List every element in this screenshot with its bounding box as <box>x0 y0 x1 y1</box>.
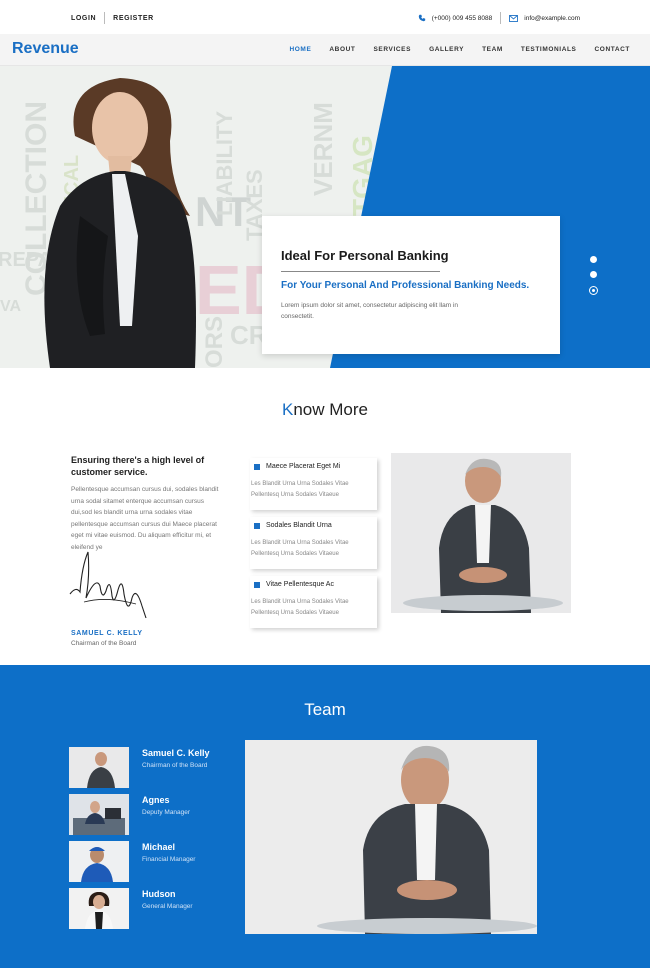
feature-card-3: Vitae Pellentesque Ac Les Blandit Urna U… <box>250 576 377 628</box>
signer-role: Chairman of the Board <box>71 640 137 647</box>
hero-card: Ideal For Personal Banking For Your Pers… <box>262 216 560 354</box>
member-role-3: Financial Manager <box>142 856 196 863</box>
know-more-intro: Ensuring there's a high level of custome… <box>71 454 221 553</box>
auth-links: LOGIN REGISTER <box>71 12 154 24</box>
member-role-2: Deputy Manager <box>142 809 191 816</box>
nav-menu: HOME ABOUT SERVICES GALLERY TEAM TESTIMO… <box>271 46 630 53</box>
phone-icon <box>418 14 425 22</box>
team-member-3[interactable]: Michael Financial Manager <box>69 841 239 883</box>
nav-item-contact[interactable]: CONTACT <box>595 46 631 53</box>
feature-card-1: Maece Placerat Eget Mi Les Blandit Urna … <box>250 458 377 510</box>
member-thumb-2 <box>69 794 129 835</box>
know-more-title: Know More <box>0 400 650 420</box>
know-more-title-initial: K <box>282 400 294 419</box>
feature-title-3: Vitae Pellentesque Ac <box>254 581 334 588</box>
site-logo[interactable]: Revenue <box>12 40 79 58</box>
feature-title-2: Sodales Blandit Urna <box>254 522 332 529</box>
slider-dot-2[interactable] <box>590 271 597 278</box>
register-link[interactable]: REGISTER <box>113 15 154 22</box>
hero-slider: COLLECTION DICAL REPA VA NT LIABILITY TA… <box>0 66 650 368</box>
feature-card-2: Sodales Blandit Urna Les Blandit Urna Ur… <box>250 517 377 569</box>
team-member-4[interactable]: Hudson General Manager <box>69 888 239 930</box>
team-featured-figure <box>245 740 537 934</box>
member-role-1: Chairman of the Board <box>142 762 208 769</box>
top-bar: LOGIN REGISTER (+000) 009 455 8088 info@… <box>0 0 650 34</box>
feature-text-3: Les Blandit Urna Urna Sodales Vitae Pell… <box>251 599 349 616</box>
auth-divider <box>104 12 106 24</box>
team-member-1[interactable]: Samuel C. Kelly Chairman of the Board <box>69 747 239 789</box>
signer-block: SAMUEL C. KELLY Chairman of the Board <box>71 630 143 647</box>
signature-image <box>69 551 147 619</box>
feature-text-1: Les Blandit Urna Urna Sodales Vitae Pell… <box>251 481 349 498</box>
team-featured-photo <box>245 740 537 934</box>
team-section: Team Samuel C. Kelly Chairman of the Boa… <box>0 665 650 968</box>
feature-text-2: Les Blandit Urna Urna Sodales Vitae Pell… <box>251 540 349 557</box>
slider-dots <box>589 256 598 303</box>
chairman-figure <box>391 453 571 613</box>
chairman-photo <box>391 453 571 613</box>
feature-title-text-1: Maece Placerat Eget Mi <box>266 463 341 470</box>
login-link[interactable]: LOGIN <box>71 15 96 22</box>
know-more-title-rest: now More <box>293 400 368 419</box>
feature-title-text-3: Vitae Pellentesque Ac <box>266 581 334 588</box>
know-more-heading: Ensuring there's a high level of custome… <box>71 455 205 477</box>
member-name-2: Agnes <box>142 795 170 805</box>
member-portrait-4 <box>69 888 129 929</box>
team-title: Team <box>304 700 346 719</box>
bullet-square-icon <box>254 463 260 470</box>
member-role-4: General Manager <box>142 903 193 910</box>
member-name-3: Michael <box>142 842 176 852</box>
hero-woman-photo <box>44 78 196 368</box>
nav-item-home[interactable]: HOME <box>289 46 311 53</box>
member-portrait-1 <box>69 747 129 788</box>
member-thumb-1 <box>69 747 129 788</box>
member-name-1: Samuel C. Kelly <box>142 748 210 758</box>
bullet-square-icon <box>254 581 260 588</box>
member-name-4: Hudson <box>142 889 176 899</box>
hero-title: Ideal For Personal Banking <box>281 248 449 263</box>
main-navbar: Revenue HOME ABOUT SERVICES GALLERY TEAM… <box>0 34 650 66</box>
feature-title-text-2: Sodales Blandit Urna <box>266 522 332 529</box>
nav-item-services[interactable]: SERVICES <box>374 46 412 53</box>
signer-name: SAMUEL C. KELLY <box>71 630 143 637</box>
feature-title-1: Maece Placerat Eget Mi <box>254 463 340 470</box>
hero-subtitle: For Your Personal And Professional Banki… <box>281 280 530 291</box>
nav-item-about[interactable]: ABOUT <box>329 46 355 53</box>
mail-icon <box>509 14 519 22</box>
know-more-body: Pellentesque accumsan cursus dui, sodale… <box>71 486 219 551</box>
hero-divider <box>281 271 440 272</box>
hero-text: Lorem ipsum dolor sit amet, consectetur … <box>281 302 459 320</box>
contact-divider <box>500 12 502 24</box>
nav-item-gallery[interactable]: GALLERY <box>429 46 464 53</box>
slider-dot-1[interactable] <box>590 256 597 263</box>
member-portrait-2 <box>69 794 129 835</box>
slider-dot-3-active[interactable] <box>589 286 598 295</box>
contact-info: (+000) 009 455 8088 info@example.com <box>418 12 580 24</box>
phone-number[interactable]: (+000) 009 455 8088 <box>432 15 493 22</box>
nav-item-team[interactable]: TEAM <box>482 46 503 53</box>
member-portrait-3 <box>69 841 129 882</box>
email-link[interactable]: info@example.com <box>524 15 580 22</box>
member-thumb-4 <box>69 888 129 929</box>
bullet-square-icon <box>254 522 260 529</box>
member-thumb-3 <box>69 841 129 882</box>
team-member-2[interactable]: Agnes Deputy Manager <box>69 794 239 836</box>
nav-item-testimonials[interactable]: TESTIMONIALS <box>521 46 577 53</box>
